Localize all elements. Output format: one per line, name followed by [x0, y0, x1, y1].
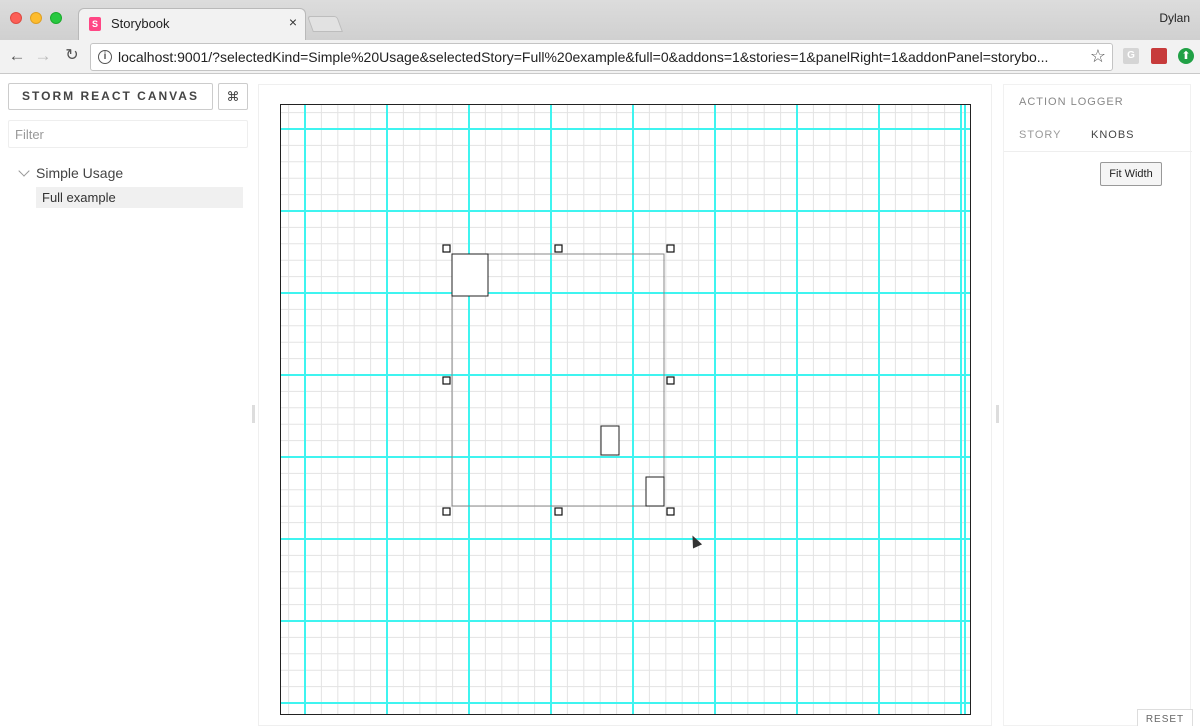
extension-g-icon[interactable]: G [1123, 48, 1139, 64]
storybook-favicon-icon: S [89, 17, 101, 31]
command-icon[interactable]: ⌘ [218, 83, 248, 110]
forward-arrow-icon[interactable]: → [32, 45, 54, 67]
url-text[interactable]: localhost:9001/?selectedKind=Simple%20Us… [118, 49, 1083, 65]
minimize-window-icon[interactable] [30, 12, 42, 24]
address-bar[interactable]: i localhost:9001/?selectedKind=Simple%20… [90, 43, 1113, 71]
major-grid-lines [281, 105, 970, 714]
star-icon[interactable]: ☆ [1090, 46, 1106, 67]
addon-tabs-divider [1004, 151, 1192, 152]
tab-title: Storybook [111, 16, 170, 31]
fit-width-button[interactable]: Fit Width [1100, 162, 1162, 186]
close-window-icon[interactable] [10, 12, 22, 24]
profile-name[interactable]: Dylan [1159, 11, 1190, 25]
story-kind-label: Simple Usage [36, 165, 124, 181]
extension-update-icon[interactable]: ⬆ [1178, 48, 1194, 64]
resize-handle[interactable] [442, 507, 451, 516]
addon-panel: ACTION LOGGER STORY KNOBS Fit Width [1003, 84, 1192, 726]
brand-button[interactable]: STORM REACT CANVAS [8, 83, 213, 110]
minor-grid-lines [281, 105, 970, 714]
story-kind-simple-usage[interactable]: Simple Usage [18, 165, 124, 181]
maximize-window-icon[interactable] [50, 12, 62, 24]
tab-action-logger[interactable]: ACTION LOGGER [1019, 96, 1124, 108]
story-item-full-example[interactable]: Full example [36, 187, 243, 208]
info-icon[interactable]: i [98, 50, 112, 64]
browser-tab-storybook[interactable]: S Storybook × [78, 8, 306, 40]
resize-handle[interactable] [554, 507, 563, 516]
canvas-node-large[interactable] [451, 253, 489, 297]
storm-canvas[interactable] [280, 104, 971, 715]
reset-button[interactable]: RESET [1137, 709, 1193, 726]
tab-story[interactable]: STORY [1019, 129, 1062, 141]
tab-knobs[interactable]: KNOBS [1091, 129, 1135, 141]
resize-handle[interactable] [666, 507, 675, 516]
reload-icon[interactable]: ↻ [61, 45, 83, 67]
resize-handle[interactable] [442, 376, 451, 385]
extension-red-icon[interactable] [1151, 48, 1167, 64]
browser-toolbar: ← → ↻ i localhost:9001/?selectedKind=Sim… [0, 40, 1200, 74]
new-tab-button[interactable] [307, 16, 343, 32]
tab-close-icon[interactable]: × [289, 14, 297, 30]
filter-input[interactable] [8, 120, 248, 148]
resize-handle[interactable] [554, 244, 563, 253]
resize-handle[interactable] [666, 376, 675, 385]
chevron-down-icon[interactable] [18, 165, 30, 177]
canvas-node-small[interactable] [600, 425, 620, 456]
right-resize-handle[interactable] [996, 405, 999, 423]
left-resize-handle[interactable] [252, 405, 255, 423]
resize-handle[interactable] [442, 244, 451, 253]
resize-handle[interactable] [666, 244, 675, 253]
back-arrow-icon[interactable]: ← [6, 45, 28, 67]
canvas-grid[interactable] [281, 105, 971, 715]
browser-titlebar: S Storybook × Dylan [0, 0, 1200, 40]
canvas-node-corner[interactable] [645, 476, 665, 507]
stories-panel: STORM REACT CANVAS ⌘ Simple Usage Full e… [0, 75, 252, 726]
